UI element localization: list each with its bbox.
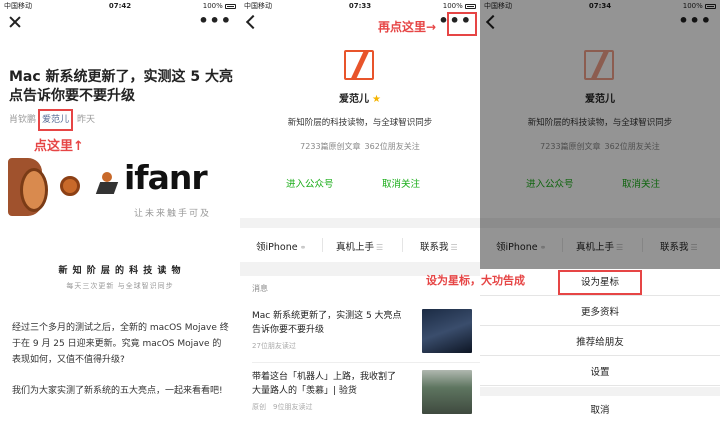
- close-icon[interactable]: [8, 15, 22, 29]
- submenu-icon: ☰: [376, 243, 384, 252]
- action-sheet-panel: 中国移动 07:34 100% ••• 爱范儿 新知阶层的科技读物，与全球智识同…: [480, 0, 720, 427]
- annotation-star-done: 设为星标，大功告成: [426, 274, 525, 287]
- account-description: 新知阶层的科技读物，与全球智识同步: [287, 118, 433, 128]
- banner-slogan: 让未来触手可及: [134, 209, 212, 219]
- recommend-to-friend-button[interactable]: 推荐给朋友: [480, 329, 720, 356]
- article-title: Mac 新系统更新了，实测这 5 大亮点告诉你要不要升级: [9, 69, 234, 104]
- article-meta: 肖钦鹏 爱范儿 昨天: [9, 109, 95, 131]
- banner-runner-graphic: [95, 172, 119, 200]
- battery-percent: 100%: [442, 2, 463, 10]
- menu-item-iphone[interactable]: 领iPhone ⚭: [256, 239, 306, 253]
- article-banner-image: ifanr 让未来触手可及: [8, 154, 232, 220]
- article-date: 昨天: [77, 115, 96, 125]
- battery-percent: 100%: [202, 2, 223, 10]
- menu-item-label: 联系我: [420, 242, 449, 253]
- menu-item-hands-on[interactable]: 真机上手 ☰: [336, 239, 383, 253]
- article-paragraph: 我们为大家实测了新系统的五大亮点，一起来看看吧!: [12, 386, 223, 396]
- message-item[interactable]: 带着这台「机器人」上路，我收割了大量路人的「羡慕」| 验货 原创 9位朋友读过: [252, 370, 472, 418]
- message-title: 带着这台「机器人」上路，我收割了大量路人的「羡慕」| 验货: [252, 372, 397, 396]
- sheet-divider: [480, 387, 720, 396]
- list-divider: [252, 362, 480, 363]
- star-icon: ★: [372, 94, 381, 105]
- message-thumbnail: [422, 370, 472, 414]
- submenu-icon: ☰: [450, 243, 458, 252]
- articles-count: 7233篇原创文章: [300, 142, 361, 151]
- banner-brand-logo: ifanr: [124, 158, 208, 197]
- link-icon: ⚭: [299, 243, 307, 252]
- section-divider: [240, 218, 480, 228]
- action-sheet: 设为星标 更多资料 推荐给朋友 设置 取消: [480, 269, 720, 427]
- annotation-tap-here: 点这里↑: [34, 139, 84, 154]
- more-options-icon[interactable]: •••: [198, 13, 232, 29]
- article-section-subheading: 每天三次更新 与全球智识同步: [66, 282, 174, 290]
- highlight-box: [558, 270, 642, 295]
- banner-wood-graphic: [8, 158, 48, 216]
- more-options-icon[interactable]: •••: [438, 13, 472, 29]
- battery-icon: [225, 3, 236, 9]
- message-title: Mac 新系统更新了，实测这 5 大亮点告诉你要不要升级: [252, 311, 402, 335]
- battery-icon: [465, 3, 476, 9]
- settings-button[interactable]: 设置: [480, 359, 720, 386]
- more-info-button[interactable]: 更多资料: [480, 299, 720, 326]
- annotation-tap-again: 再点这里→: [378, 20, 437, 34]
- menu-item-label: 真机上手: [336, 242, 375, 253]
- enter-account-button[interactable]: 进入公众号: [286, 176, 334, 190]
- article-paragraph: 经过三个多月的测试之后，全新的 macOS Mojave 终于在 9 月 25 …: [12, 323, 229, 365]
- article-author: 肖钦鹏: [9, 115, 37, 125]
- account-name-text: 爱范儿: [339, 94, 370, 105]
- menu-separator: [322, 238, 323, 252]
- account-stats: 7233篇原创文章 362位朋友关注: [240, 141, 480, 152]
- account-name-link[interactable]: 爱范儿: [38, 109, 74, 131]
- menu-item-label: 领iPhone: [256, 242, 298, 253]
- article-panel: 中国移动 07:42 100% ••• Mac 新系统更新了，实测这 5 大亮点…: [0, 0, 240, 427]
- banner-disk-graphic: [60, 176, 80, 196]
- message-thumbnail: [422, 309, 472, 353]
- account-menu-bar: 领iPhone ⚭ 真机上手 ☰ 联系我 ☰: [240, 228, 480, 262]
- message-meta: 27位朋友读过: [252, 342, 296, 350]
- menu-separator: [402, 238, 403, 252]
- article-section-heading: 新 知 阶 层 的 科 技 读 物: [58, 266, 182, 276]
- account-name: 爱范儿 ★: [240, 90, 480, 105]
- menu-item-contact[interactable]: 联系我 ☰: [420, 239, 458, 253]
- profile-panel: 中国移动 07:33 100% 再点这里→ ••• 爱范儿 ★ 新知阶层的科技读物…: [240, 0, 480, 427]
- cancel-button[interactable]: 取消: [480, 397, 720, 424]
- back-icon[interactable]: [245, 14, 261, 30]
- unfollow-button[interactable]: 取消关注: [382, 176, 420, 190]
- message-item[interactable]: Mac 新系统更新了，实测这 5 大亮点告诉你要不要升级 27位朋友读过: [252, 309, 472, 357]
- messages-label: 消息: [252, 284, 268, 293]
- friends-count: 362位朋友关注: [364, 142, 420, 151]
- message-meta: 原创 9位朋友读过: [252, 403, 313, 411]
- account-logo: [344, 50, 374, 80]
